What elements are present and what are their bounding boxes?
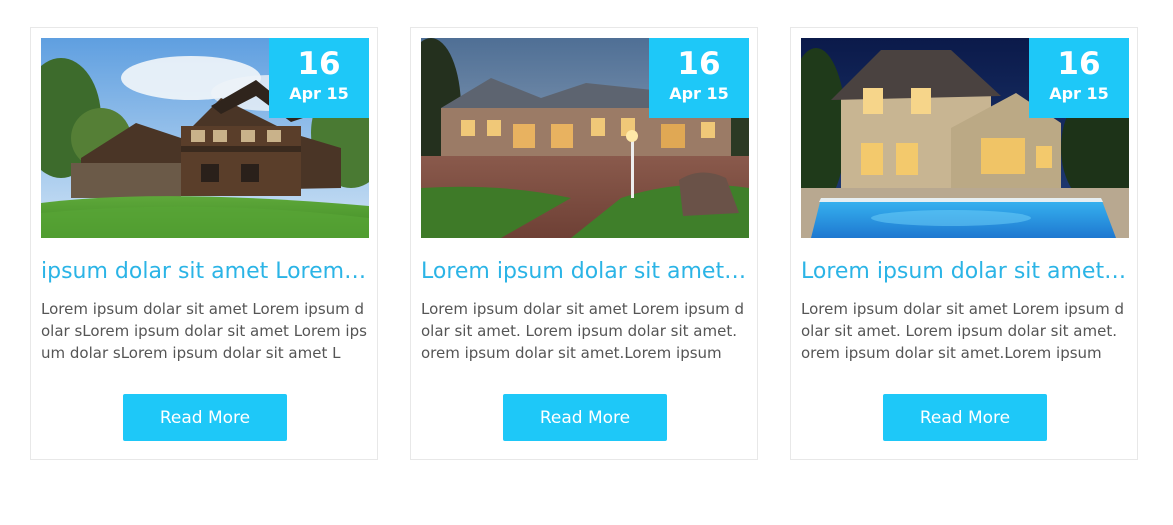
date-badge: 16 Apr 15 bbox=[649, 38, 749, 118]
date-badge: 16 Apr 15 bbox=[269, 38, 369, 118]
read-more-button[interactable]: Read More bbox=[503, 394, 667, 441]
read-more-button[interactable]: Read More bbox=[883, 394, 1047, 441]
house-photo[interactable]: 16 Apr 15 bbox=[421, 38, 749, 238]
house-photo[interactable]: 16 Apr 15 bbox=[41, 38, 369, 238]
house-photo[interactable]: 16 Apr 15 bbox=[801, 38, 1129, 238]
post-title[interactable]: ipsum dolar sit amet Lorem ipsum dolar bbox=[41, 257, 369, 287]
post-excerpt: Lorem ipsum dolar sit amet Lorem ipsum d… bbox=[421, 300, 745, 362]
read-more-button[interactable]: Read More bbox=[123, 394, 287, 441]
post-title[interactable]: Lorem ipsum dolar sit amet Lorem ipsum bbox=[421, 257, 749, 287]
post-card: 16 Apr 15 Lorem ipsum dolar sit amet Lor… bbox=[790, 27, 1138, 460]
post-card: 16 Apr 15 Lorem ipsum dolar sit amet Lor… bbox=[410, 27, 758, 460]
date-day: 16 bbox=[297, 46, 341, 82]
post-excerpt: Lorem ipsum dolar sit amet Lorem ipsum d… bbox=[41, 300, 367, 362]
date-month: Apr 15 bbox=[669, 84, 729, 103]
date-day: 16 bbox=[1057, 46, 1101, 82]
post-card: 16 Apr 15 ipsum dolar sit amet Lorem ips… bbox=[30, 27, 378, 460]
date-month: Apr 15 bbox=[1049, 84, 1109, 103]
date-badge: 16 Apr 15 bbox=[1029, 38, 1129, 118]
date-month: Apr 15 bbox=[289, 84, 349, 103]
date-day: 16 bbox=[677, 46, 721, 82]
post-title[interactable]: Lorem ipsum dolar sit amet Lorem ipsum bbox=[801, 257, 1129, 287]
post-excerpt: Lorem ipsum dolar sit amet Lorem ipsum d… bbox=[801, 300, 1125, 362]
